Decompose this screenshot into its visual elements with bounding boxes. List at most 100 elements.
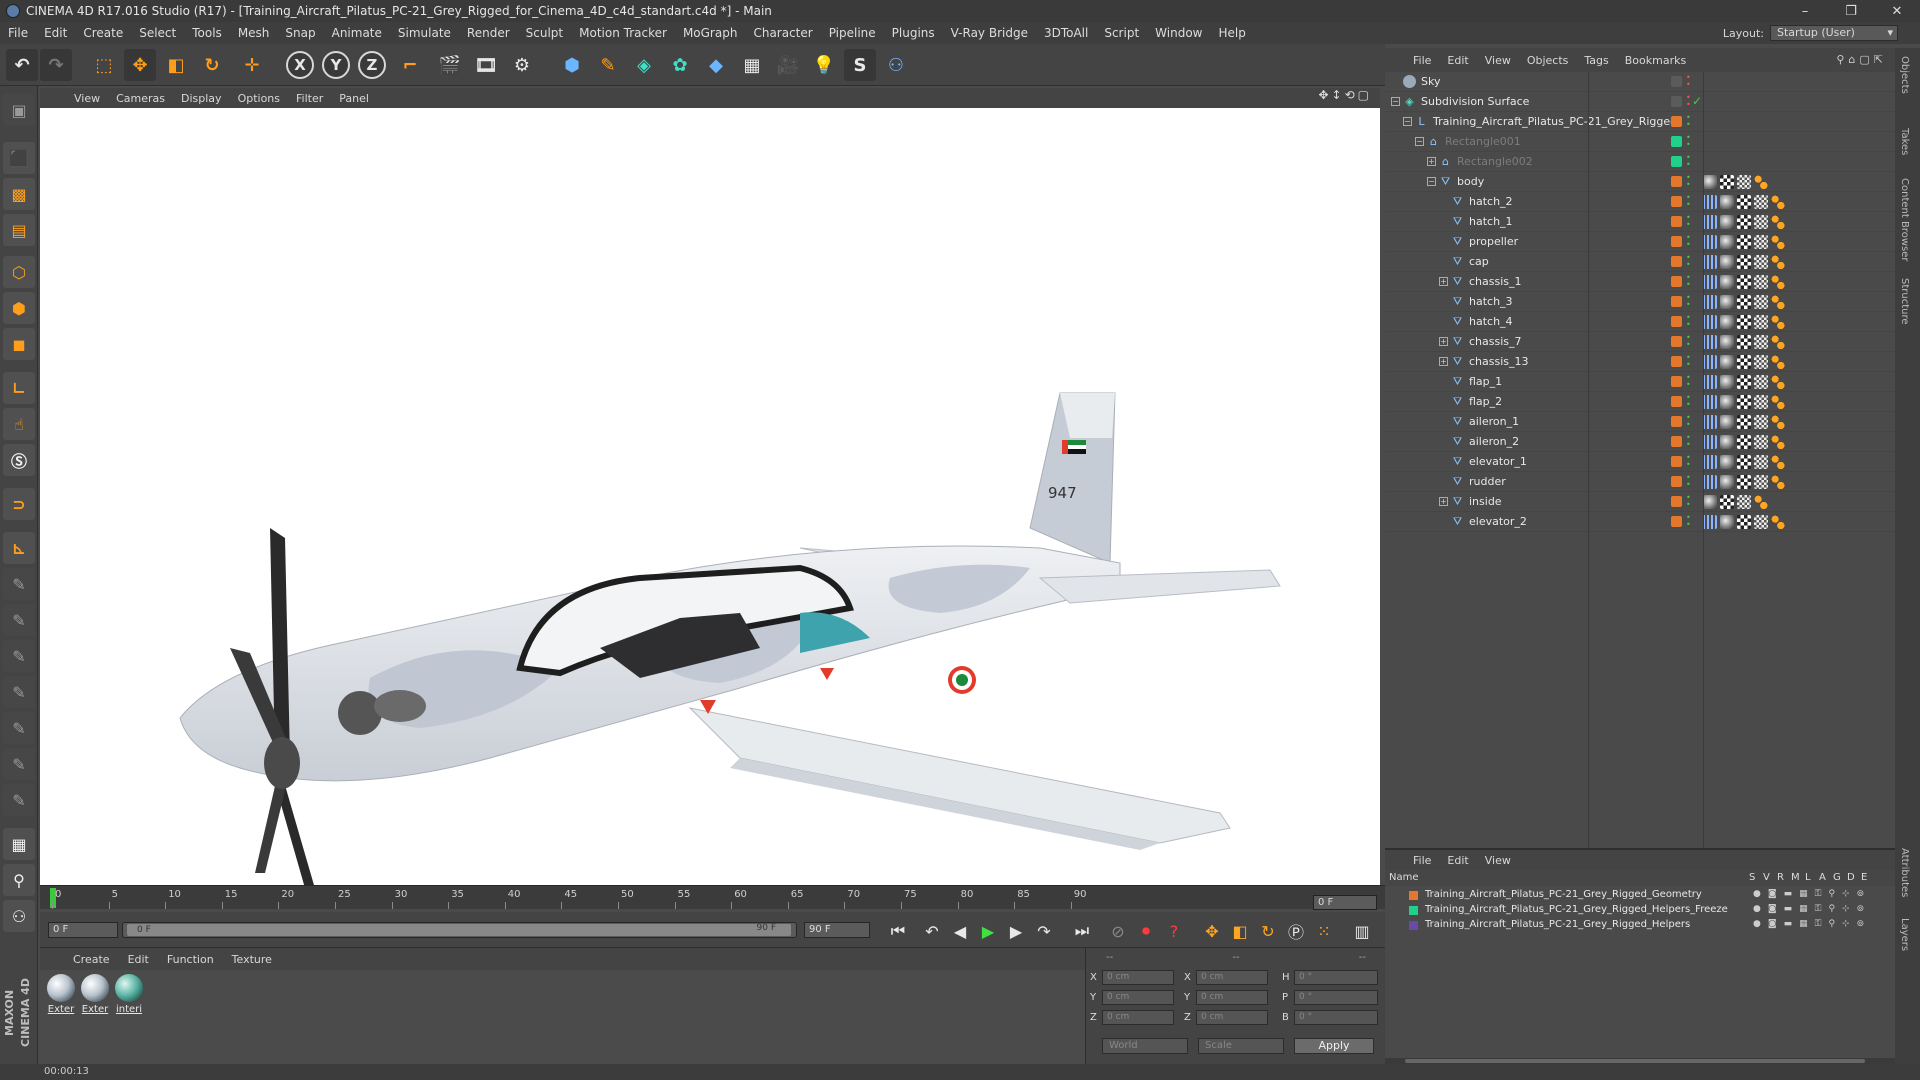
record-keys-icon[interactable]: ⊘ (1106, 920, 1130, 942)
z-axis-lock-button[interactable]: Z (358, 51, 386, 79)
texture-tag-icon[interactable] (1737, 175, 1751, 189)
tree-expand-icon[interactable]: − (1415, 137, 1424, 146)
side-tab-structure[interactable]: Structure (1899, 278, 1910, 325)
key-scale-icon[interactable]: ◧ (1228, 920, 1252, 942)
texture-tag-icon[interactable] (1754, 235, 1768, 249)
enabled-check-icon[interactable]: ✓ (1692, 94, 1702, 108)
size-field[interactable]: 0 cm (1196, 970, 1268, 985)
uvw-tag-icon[interactable] (1703, 375, 1717, 389)
menu-plugins[interactable]: Plugins (884, 26, 943, 40)
visibility-dots-icon[interactable]: • • (1686, 254, 1692, 269)
layer-toggle-icons[interactable]: ●◙▬▦⚿⚲⊹⊚ (1753, 919, 1871, 929)
texture-tag-icon[interactable] (1737, 335, 1751, 349)
undo-icon[interactable]: ↶ (6, 49, 38, 81)
python-icon[interactable]: ⚇ (880, 49, 912, 81)
key-parameter-icon[interactable]: Ⓟ (1284, 920, 1308, 942)
layer-color-swatch[interactable] (1409, 906, 1418, 915)
material-tag-icon[interactable] (1720, 255, 1734, 269)
visibility-dots-icon[interactable]: • • (1686, 154, 1692, 169)
viewport-menu-view[interactable]: View (66, 92, 108, 105)
selection-tag-icon[interactable] (1754, 175, 1768, 189)
texture-tag-icon[interactable] (1754, 435, 1768, 449)
quantize-icon[interactable]: ⊾ (3, 532, 35, 564)
axis-mode-icon[interactable]: ∟ (3, 372, 35, 404)
uvw-tag-icon[interactable] (1703, 435, 1717, 449)
viewport-menu-panel[interactable]: Panel (331, 92, 377, 105)
material-tag-icon[interactable] (1720, 375, 1734, 389)
selection-tag-icon[interactable] (1771, 315, 1785, 329)
object-row[interactable]: + ⛛ chassis_1 • • (1385, 272, 1895, 292)
side-tab-objects[interactable]: Objects (1899, 56, 1910, 94)
object-row[interactable]: − L Training_Aircraft_Pilatus_PC-21_Grey_R… (1385, 112, 1895, 132)
object-row[interactable]: ⛛ elevator_2 • • (1385, 512, 1895, 532)
texture-tag-icon[interactable] (1754, 255, 1768, 269)
uvw-tag-icon[interactable] (1703, 255, 1717, 269)
layer-color-swatch[interactable] (1671, 376, 1682, 387)
visibility-dots-icon[interactable]: • • (1686, 434, 1692, 449)
key-position-icon[interactable]: ✥ (1200, 920, 1224, 942)
texture-tag-icon[interactable] (1737, 195, 1751, 209)
sculpt-tool-4-icon[interactable]: ✎ (3, 676, 35, 708)
object-row[interactable]: ⛛ hatch_4 • • (1385, 312, 1895, 332)
layer-color-swatch[interactable] (1671, 416, 1682, 427)
model-mode-icon[interactable]: ⬛ (3, 142, 35, 174)
tree-expand-icon[interactable]: + (1427, 157, 1436, 166)
texture-tag-icon[interactable] (1754, 335, 1768, 349)
visibility-dots-icon[interactable]: • • (1686, 354, 1692, 369)
object-manager-toolbar-icons[interactable]: ⚲⌂▢⇱ (1836, 53, 1887, 66)
mograph-cloner-icon[interactable]: ✿ (664, 49, 696, 81)
end-frame-field[interactable]: 90 F (804, 922, 870, 938)
deformer-icon[interactable]: ◆ (700, 49, 732, 81)
menu-v-ray-bridge[interactable]: V-Ray Bridge (943, 26, 1036, 40)
material-tag-icon[interactable] (1720, 335, 1734, 349)
menu-character[interactable]: Character (745, 26, 820, 40)
texture-tag-icon[interactable] (1754, 315, 1768, 329)
next-frame-icon[interactable]: ▶ (1004, 920, 1028, 942)
coord-mode-dropdown[interactable]: Scale (1198, 1038, 1284, 1054)
visibility-dots-icon[interactable]: • • (1686, 234, 1692, 249)
layer-menu-file[interactable]: File (1405, 854, 1439, 867)
prev-key-icon[interactable]: ↶ (920, 920, 944, 942)
texture-tag-icon[interactable] (1737, 515, 1751, 529)
texture-tag-icon[interactable] (1737, 395, 1751, 409)
camera-icon[interactable]: 🎥 (772, 49, 804, 81)
object-row[interactable]: ⛛ hatch_2 • • (1385, 192, 1895, 212)
menu-pipeline[interactable]: Pipeline (821, 26, 884, 40)
edges-mode-icon[interactable]: ⬢ (3, 292, 35, 324)
visibility-dots-icon[interactable]: • • (1686, 494, 1692, 509)
prev-frame-icon[interactable]: ◀ (948, 920, 972, 942)
material-tag-icon[interactable] (1703, 175, 1717, 189)
selection-tag-icon[interactable] (1771, 455, 1785, 469)
visibility-dots-icon[interactable]: • • (1686, 134, 1692, 149)
object-menu-view[interactable]: View (1477, 54, 1519, 67)
visibility-dots-icon[interactable]: • • (1686, 174, 1692, 189)
object-row[interactable]: ⛛ aileron_1 • • (1385, 412, 1895, 432)
object-row[interactable]: ⛛ elevator_1 • • (1385, 452, 1895, 472)
tree-expand-icon[interactable]: + (1439, 337, 1448, 346)
material-tag-icon[interactable] (1720, 295, 1734, 309)
sculpt-tool-6-icon[interactable]: ✎ (3, 748, 35, 780)
texture-tag-icon[interactable] (1737, 255, 1751, 269)
selection-tag-icon[interactable] (1771, 355, 1785, 369)
magnet-icon[interactable]: ⊃ (3, 488, 35, 520)
key-pla-icon[interactable]: ⁙ (1312, 920, 1336, 942)
texture-tag-icon[interactable] (1754, 475, 1768, 489)
object-row[interactable]: + ⌂ Rectangle002 • • (1385, 152, 1895, 172)
object-row[interactable]: + ⛛ chassis_7 • • (1385, 332, 1895, 352)
visibility-dots-icon[interactable]: • • (1686, 274, 1692, 289)
rotation-field[interactable]: 0 ° (1294, 1010, 1378, 1025)
selection-tag-icon[interactable] (1771, 395, 1785, 409)
layer-color-swatch[interactable] (1671, 196, 1682, 207)
texture-tag-icon[interactable] (1754, 515, 1768, 529)
side-tab-content-browser[interactable]: Content Browser (1899, 178, 1910, 261)
subdivision-surface-icon[interactable]: ◈ (628, 49, 660, 81)
selection-tag-icon[interactable] (1771, 195, 1785, 209)
side-tab-takes[interactable]: Takes (1899, 128, 1910, 155)
material-tag-icon[interactable] (1720, 435, 1734, 449)
texture-tag-icon[interactable] (1737, 435, 1751, 449)
rotation-field[interactable]: 0 ° (1294, 990, 1378, 1005)
object-menu-edit[interactable]: Edit (1439, 54, 1476, 67)
floor-icon[interactable]: ▦ (736, 49, 768, 81)
layout-dropdown[interactable]: Startup (User) (1770, 25, 1898, 41)
visibility-dots-icon[interactable]: • • (1686, 374, 1692, 389)
